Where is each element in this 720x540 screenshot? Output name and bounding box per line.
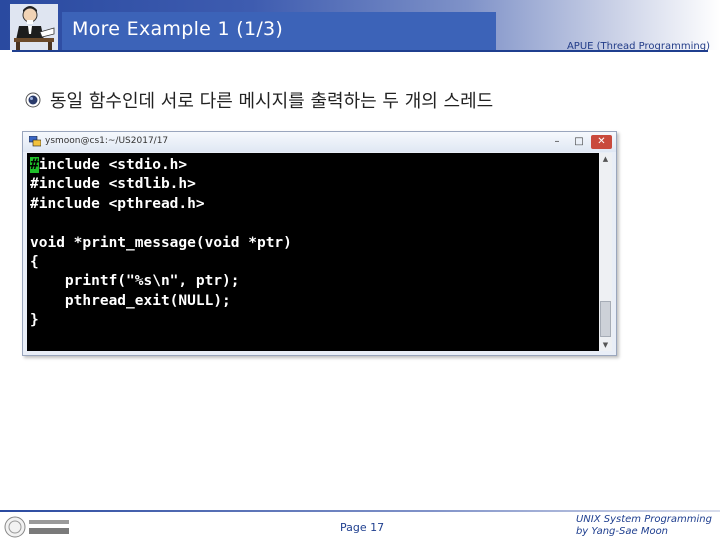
maximize-button[interactable]: □ (569, 135, 589, 149)
putty-icon (29, 136, 41, 147)
terminal-window[interactable]: ysmoon@cs1:~/US2017/17 – □ ✕ #include <s… (22, 131, 617, 356)
slide-title: More Example 1 (1/3) (72, 18, 284, 40)
terminal-console[interactable]: #include <stdio.h> #include <stdlib.h> #… (27, 153, 599, 351)
terminal-titlebar[interactable]: ysmoon@cs1:~/US2017/17 – □ ✕ (23, 132, 616, 152)
minimize-button[interactable]: – (547, 135, 567, 149)
professor-at-desk-icon (10, 4, 58, 50)
disc-bullet-icon (25, 92, 41, 108)
credit-line-author: by Yang-Sae Moon (575, 526, 669, 537)
code-body: #include <stdlib.h> #include <pthread.h>… (30, 176, 292, 329)
bullet-text: 동일 함수인데 서로 다른 메시지를 출력하는 두 개의 스레드 (50, 91, 494, 112)
page-number: Page 17 (340, 521, 385, 534)
vertical-scrollbar[interactable]: ▲ ▼ (599, 153, 612, 351)
scroll-thumb[interactable] (600, 301, 611, 337)
terminal-cursor: # (30, 157, 39, 173)
scroll-down-arrow-icon[interactable]: ▼ (599, 339, 612, 351)
close-button[interactable]: ✕ (591, 135, 612, 149)
code-first-line: include <stdio.h> (38, 157, 188, 173)
footer-credit: UNIX System Programming by Yang-Sae Moon (576, 514, 712, 538)
code-listing: #include <stdio.h> #include <stdlib.h> #… (30, 156, 292, 331)
terminal-title: ysmoon@cs1:~/US2017/17 (45, 136, 169, 146)
credit-line-course: UNIX System Programming (575, 514, 712, 525)
scroll-up-arrow-icon[interactable]: ▲ (599, 153, 612, 165)
footer-line (0, 510, 720, 512)
university-logo-icon (4, 516, 69, 538)
course-subtitle: APUE (Thread Programming) (566, 41, 710, 52)
